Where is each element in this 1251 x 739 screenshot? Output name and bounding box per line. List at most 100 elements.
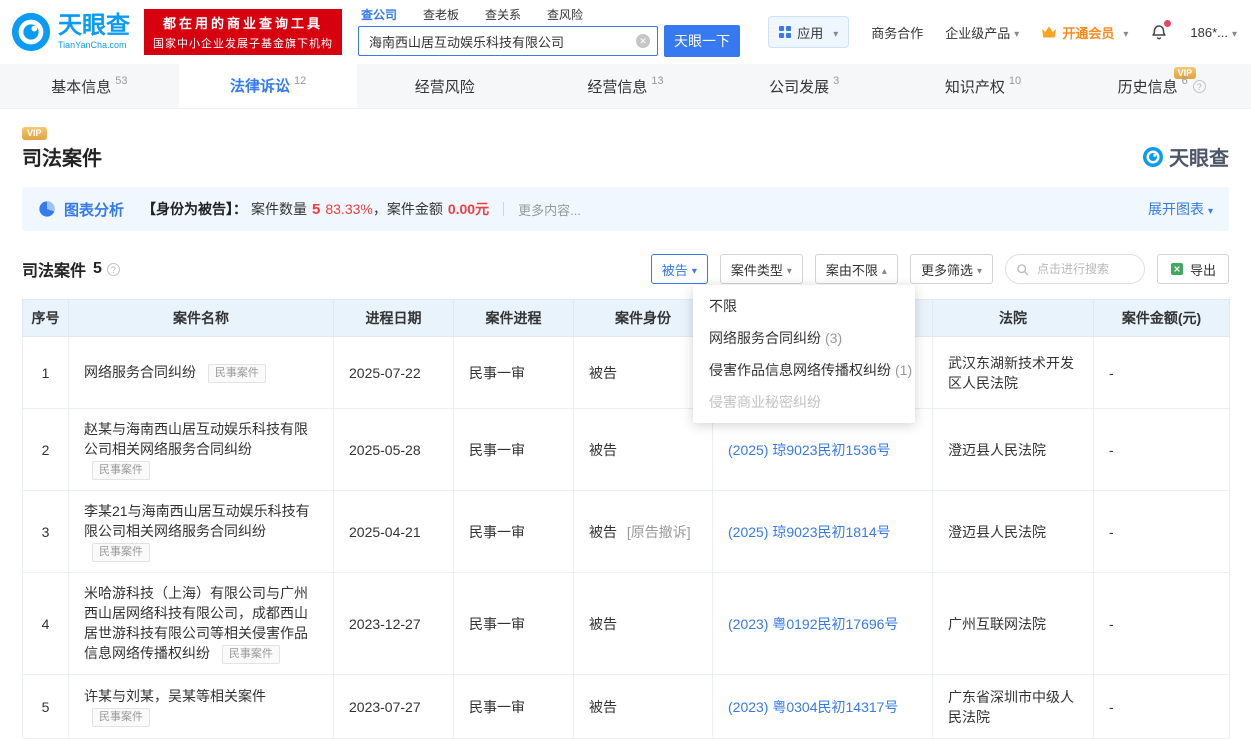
col-header-stage: 案件进程 <box>453 299 574 337</box>
dropdown-count: (3) <box>825 330 843 346</box>
more-content-link[interactable]: 更多内容... <box>518 200 581 219</box>
tab-label: 法律诉讼 <box>229 78 290 95</box>
dropdown-item-infringement[interactable]: 侵害作品信息网络传播权纠纷 (1) <box>693 354 915 386</box>
col-header-date: 进程日期 <box>333 299 454 337</box>
identity-note: [原告撤诉] <box>626 523 691 540</box>
table-search-input[interactable] <box>1034 261 1134 277</box>
case-number-link[interactable]: (2023) 粤0192民初17696号 <box>728 616 898 632</box>
notification-dot <box>1164 20 1172 27</box>
tab-label: 知识产权 <box>944 78 1005 96</box>
tab-company-development[interactable]: 公司发展 3 <box>715 64 894 108</box>
cell-stage: 民事一审 <box>453 490 574 573</box>
filter-more-button[interactable]: 更多筛选 <box>909 254 993 284</box>
case-count-label: 案件数量 <box>251 201 308 217</box>
notification-bell[interactable] <box>1150 20 1172 41</box>
search-tab-relation[interactable]: 查关系 <box>485 6 521 23</box>
case-percent: 83.33% <box>325 201 373 217</box>
cell-date: 2023-12-27 <box>333 572 454 675</box>
clear-icon[interactable] <box>636 34 650 48</box>
chevron-down-icon <box>829 25 838 40</box>
tab-count: 13 <box>651 75 664 87</box>
expand-label: 展开图表 <box>1147 201 1204 217</box>
search-icon <box>1016 263 1029 276</box>
cell-identity: 被告 <box>573 572 713 675</box>
cell-identity: 被告 <box>573 408 713 491</box>
account-menu[interactable]: 186*... <box>1190 25 1237 40</box>
tab-basic-info[interactable]: 基本信息 53 <box>0 64 179 108</box>
case-type-tag: 民事案件 <box>92 461 150 480</box>
cell-date: 2025-07-22 <box>333 336 454 409</box>
col-header-amount: 案件金额(元) <box>1093 299 1230 337</box>
search-tab-risk[interactable]: 查风险 <box>547 6 583 23</box>
tab-count: 3 <box>833 75 840 87</box>
enterprise-products-menu[interactable]: 企业级产品 <box>945 23 1019 42</box>
filter-cause-button[interactable]: 案由不限 <box>814 254 898 284</box>
tab-operating-risk[interactable]: 经营风险 <box>357 64 536 108</box>
table-header-row: 序号 案件名称 进程日期 案件进程 案件身份 案号 法院 案件金额(元) <box>22 299 1230 337</box>
summary-bar: 图表分析 【身份为被告】： 案件数量 5 83.33% ，案件金额 0.00元 … <box>22 187 1229 231</box>
filter-label: 案由不限 <box>825 262 878 278</box>
tab-label: 经营信息 <box>587 78 648 96</box>
help-icon[interactable] <box>1192 79 1206 93</box>
dropdown-item-network-service[interactable]: 网络服务合同纠纷 (3) <box>693 322 915 354</box>
case-number-link[interactable]: (2025) 琼9023民初1536号 <box>728 442 891 458</box>
search-tab-company[interactable]: 查公司 <box>361 6 397 23</box>
cell-amount: - <box>1093 490 1230 573</box>
apps-button[interactable]: 应用 <box>768 16 850 48</box>
table-row: 4 米哈游科技（上海）有限公司与广州西山居网络科技有限公司，成都西山居世游科技有… <box>22 572 1230 675</box>
search-tab-boss[interactable]: 查老板 <box>423 6 459 23</box>
dropdown-item-unlimited[interactable]: 不限 <box>693 290 915 322</box>
filter-label: 被告 <box>661 262 688 278</box>
tab-label: 历史信息 <box>1117 78 1178 96</box>
top-header: 天眼查 TianYanCha.com 都在用的商业查询工具 国家中小企业发展子基… <box>0 0 1251 64</box>
search-area: 查公司 查老板 查关系 查风险 天眼一下 <box>358 7 740 57</box>
tab-count: 10 <box>1008 75 1022 87</box>
filter-defendant-button[interactable]: 被告 <box>650 254 708 284</box>
case-type-tag: 民事案件 <box>221 645 280 664</box>
chevron-down-icon <box>973 262 982 277</box>
help-icon[interactable] <box>106 262 120 276</box>
cell-case-name: 赵某与海南西山居互动娱乐科技有限公司相关网络服务合同纠纷 民事案件 <box>68 408 334 491</box>
cell-stage: 民事一审 <box>453 572 574 675</box>
filter-case-type-button[interactable]: 案件类型 <box>719 254 803 284</box>
identity: 被告 <box>589 523 617 540</box>
cell-court: 澄迈县人民法院 <box>932 408 1094 491</box>
case-name: 网络服务合同纠纷 <box>84 364 196 380</box>
dropdown-count: (1) <box>895 362 913 378</box>
dropdown-item-trade-secret: 侵害商业秘密纠纷 <box>693 386 915 418</box>
case-number-link[interactable]: (2023) 粤0304民初14317号 <box>728 699 898 715</box>
search-type-tabs: 查公司 查老板 查关系 查风险 <box>361 6 740 23</box>
chevron-down-icon <box>1228 25 1237 40</box>
open-vip-link[interactable]: 开通会员 <box>1041 23 1128 42</box>
tab-history-info[interactable]: VIP 历史信息 6 <box>1072 64 1251 108</box>
cell-amount: - <box>1093 408 1230 491</box>
promo-line2: 国家中小企业发展子基金旗下机构 <box>153 38 333 50</box>
section-head: VIP 司法案件 天眼查 <box>22 123 1229 171</box>
search-input[interactable] <box>358 26 658 56</box>
case-number-link[interactable]: (2025) 琼9023民初1814号 <box>728 524 891 540</box>
cell-identity: 被告 <box>573 674 713 739</box>
dropdown-label: 侵害商业秘密纠纷 <box>709 394 821 410</box>
cell-case-number: (2023) 粤0192民初17696号 <box>712 572 933 675</box>
tab-intellectual-property[interactable]: 知识产权 10 <box>894 64 1073 108</box>
biz-cooperation-link[interactable]: 商务合作 <box>871 23 923 42</box>
export-button[interactable]: 导出 <box>1156 254 1229 284</box>
dropdown-label: 网络服务合同纠纷 <box>709 330 821 346</box>
case-count-value: 5 <box>312 200 321 218</box>
col-header-no: 序号 <box>22 299 69 337</box>
expand-chart-link[interactable]: 展开图表 <box>1148 199 1213 219</box>
tab-count: 6 <box>1181 75 1188 87</box>
search-button[interactable]: 天眼一下 <box>664 25 740 57</box>
col-header-case-name: 案件名称 <box>68 299 334 337</box>
tab-legal-proceedings[interactable]: 法律诉讼 12 <box>178 64 358 108</box>
company-nav-tabs: 基本信息 53 法律诉讼 12 经营风险 经营信息 13 公司发展 3 知识产权… <box>0 64 1251 109</box>
table-row: 3 李某21与海南西山居互动娱乐科技有限公司相关网络服务合同纠纷 民事案件 20… <box>22 490 1230 573</box>
chevron-down-icon <box>688 262 697 277</box>
brand-logo[interactable]: 天眼查 TianYanCha.com <box>10 11 130 53</box>
tab-operating-info[interactable]: 经营信息 13 <box>536 64 715 108</box>
logo-text-en: TianYanCha.com <box>58 40 127 50</box>
col-header-identity: 案件身份 <box>573 299 713 337</box>
account-label: 186*... <box>1190 24 1228 40</box>
crown-icon <box>1041 26 1057 38</box>
cell-no: 5 <box>22 674 69 739</box>
